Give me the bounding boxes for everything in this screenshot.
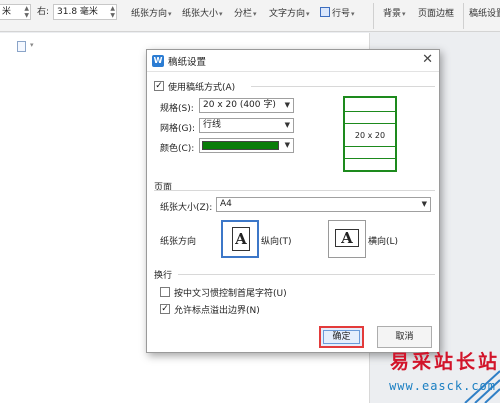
close-icon[interactable]: ✕ — [422, 52, 433, 67]
paper-direction-button[interactable]: 纸张方向▾ — [131, 6, 172, 22]
opt2-label: 允许标点溢出边界(N) — [174, 306, 260, 316]
dropdown-arrow-icon: ▼ — [284, 101, 290, 109]
chevron-down-icon: ▾ — [253, 10, 257, 18]
chevron-down-icon: ▾ — [168, 10, 172, 18]
paper-size-button[interactable]: 纸张大小▾ — [182, 6, 223, 22]
ribbon-toolbar: 米 ▲ ▼ 右: 31.8 毫米 ▲ ▼ 纸张方向▾ 纸张大小▾ 分栏▾ 文字方向▾… — [0, 0, 500, 32]
landscape-option[interactable]: A — [328, 220, 366, 258]
text-direction-label: 文字方向 — [269, 9, 306, 19]
preview-line — [345, 111, 395, 112]
paper-size-label: 纸张大小 — [182, 9, 219, 19]
section-divider — [154, 190, 435, 191]
spec-select[interactable]: 20 x 20 (400 字) ▼ — [199, 98, 294, 113]
columns-label: 分栏 — [234, 9, 253, 19]
left-margin-spinner[interactable]: ▲ ▼ — [24, 5, 29, 19]
watermark-url: www.easck.com — [389, 379, 496, 393]
line-number-icon — [320, 7, 330, 17]
orientation-label: 纸张方向 — [160, 237, 197, 247]
page-border-label: 页面边框 — [418, 9, 455, 19]
wrap-section-label: 换行 — [154, 271, 173, 281]
section-divider — [178, 274, 435, 275]
ok-button[interactable]: 确定 — [319, 326, 364, 348]
text-direction-button[interactable]: 文字方向▾ — [269, 6, 310, 22]
background-label: 背景 — [383, 9, 402, 19]
opt2-checkbox[interactable]: ✓ — [160, 304, 170, 314]
page-border-button[interactable]: 页面边框 — [418, 6, 454, 22]
opt1-checkbox[interactable] — [160, 287, 170, 297]
opt1-label: 按中文习惯控制首尾字符(U) — [174, 289, 287, 299]
columns-button[interactable]: 分栏▾ — [234, 6, 257, 22]
preview-line — [345, 158, 395, 159]
preview-line — [345, 123, 395, 124]
use-grid-checkbox[interactable]: ✓ — [154, 81, 164, 91]
grid-paper-label: 稿纸设置 — [469, 9, 500, 19]
watermark: 易采站长站 www.easck.com — [370, 347, 500, 403]
color-select[interactable]: ▼ — [199, 138, 294, 153]
grid-label: 网格(G): — [160, 124, 196, 134]
preview-text: 20 x 20 — [354, 131, 386, 140]
line-number-button[interactable]: 行号▾ — [320, 6, 355, 22]
dropdown-arrow-icon: ▼ — [284, 121, 290, 129]
grid-value: 行线 — [203, 120, 222, 130]
grid-select[interactable]: 行线 ▼ — [199, 118, 294, 133]
paper-size-label: 纸张大小(Z): — [160, 203, 213, 213]
spec-value: 20 x 20 (400 字) — [203, 100, 276, 110]
right-margin-label: 右: — [37, 7, 50, 17]
line-number-label: 行号 — [332, 9, 351, 19]
page-section-label: 页面 — [154, 183, 173, 193]
paper-size-select[interactable]: A4 ▼ — [216, 197, 431, 212]
ok-label: 确定 — [332, 332, 351, 342]
paper-size-value: A4 — [220, 199, 232, 209]
landscape-label[interactable]: 横向(L) — [368, 234, 398, 247]
portrait-option[interactable]: A — [221, 220, 259, 258]
landscape-page-icon: A — [335, 229, 359, 247]
dialog-titlebar: W 稿纸设置 ✕ — [147, 50, 439, 72]
document-icon[interactable] — [17, 41, 26, 52]
chevron-down-icon[interactable]: ▾ — [30, 41, 34, 49]
watermark-title: 易采站长站 — [389, 351, 500, 373]
preview-line — [345, 146, 395, 147]
chevron-down-icon: ▾ — [351, 10, 355, 18]
toolbar-divider — [463, 3, 464, 29]
paper-direction-label: 纸张方向 — [131, 9, 168, 19]
portrait-page-icon: A — [232, 227, 250, 251]
chevron-down-icon: ▾ — [219, 10, 223, 18]
chevron-down-icon: ▾ — [306, 10, 310, 18]
use-grid-label: 使用稿纸方式(A) — [168, 83, 236, 93]
grid-preview: 20 x 20 — [343, 96, 397, 172]
dropdown-arrow-icon: ▼ — [284, 141, 290, 149]
cancel-label: 取消 — [395, 332, 414, 342]
right-margin-value: 31.8 毫米 — [57, 7, 98, 17]
grid-paper-button[interactable]: 稿纸设置 — [469, 6, 500, 22]
spec-label: 规格(S): — [160, 104, 194, 114]
right-margin-field[interactable]: 31.8 毫米 ▲ ▼ — [53, 4, 117, 20]
color-swatch — [202, 141, 279, 150]
portrait-label[interactable]: 纵向(T) — [261, 234, 292, 247]
cancel-button[interactable]: 取消 — [377, 326, 432, 348]
toolbar-divider — [373, 3, 374, 29]
left-margin-field[interactable]: 米 ▲ ▼ — [0, 4, 31, 20]
grid-paper-dialog: W 稿纸设置 ✕ ✓ 使用稿纸方式(A) 规格(S): 20 x 20 (400… — [146, 49, 440, 353]
right-margin-spinner[interactable]: ▲ ▼ — [110, 5, 115, 19]
wps-logo-icon: W — [152, 55, 164, 67]
chevron-down-icon: ▾ — [402, 10, 406, 18]
background-button[interactable]: 背景▾ — [383, 6, 406, 22]
color-label: 颜色(C): — [160, 144, 195, 154]
dialog-title: 稿纸设置 — [168, 57, 207, 68]
dropdown-arrow-icon: ▼ — [421, 200, 427, 208]
left-margin-value: 米 — [2, 7, 12, 17]
section-divider — [251, 86, 435, 87]
